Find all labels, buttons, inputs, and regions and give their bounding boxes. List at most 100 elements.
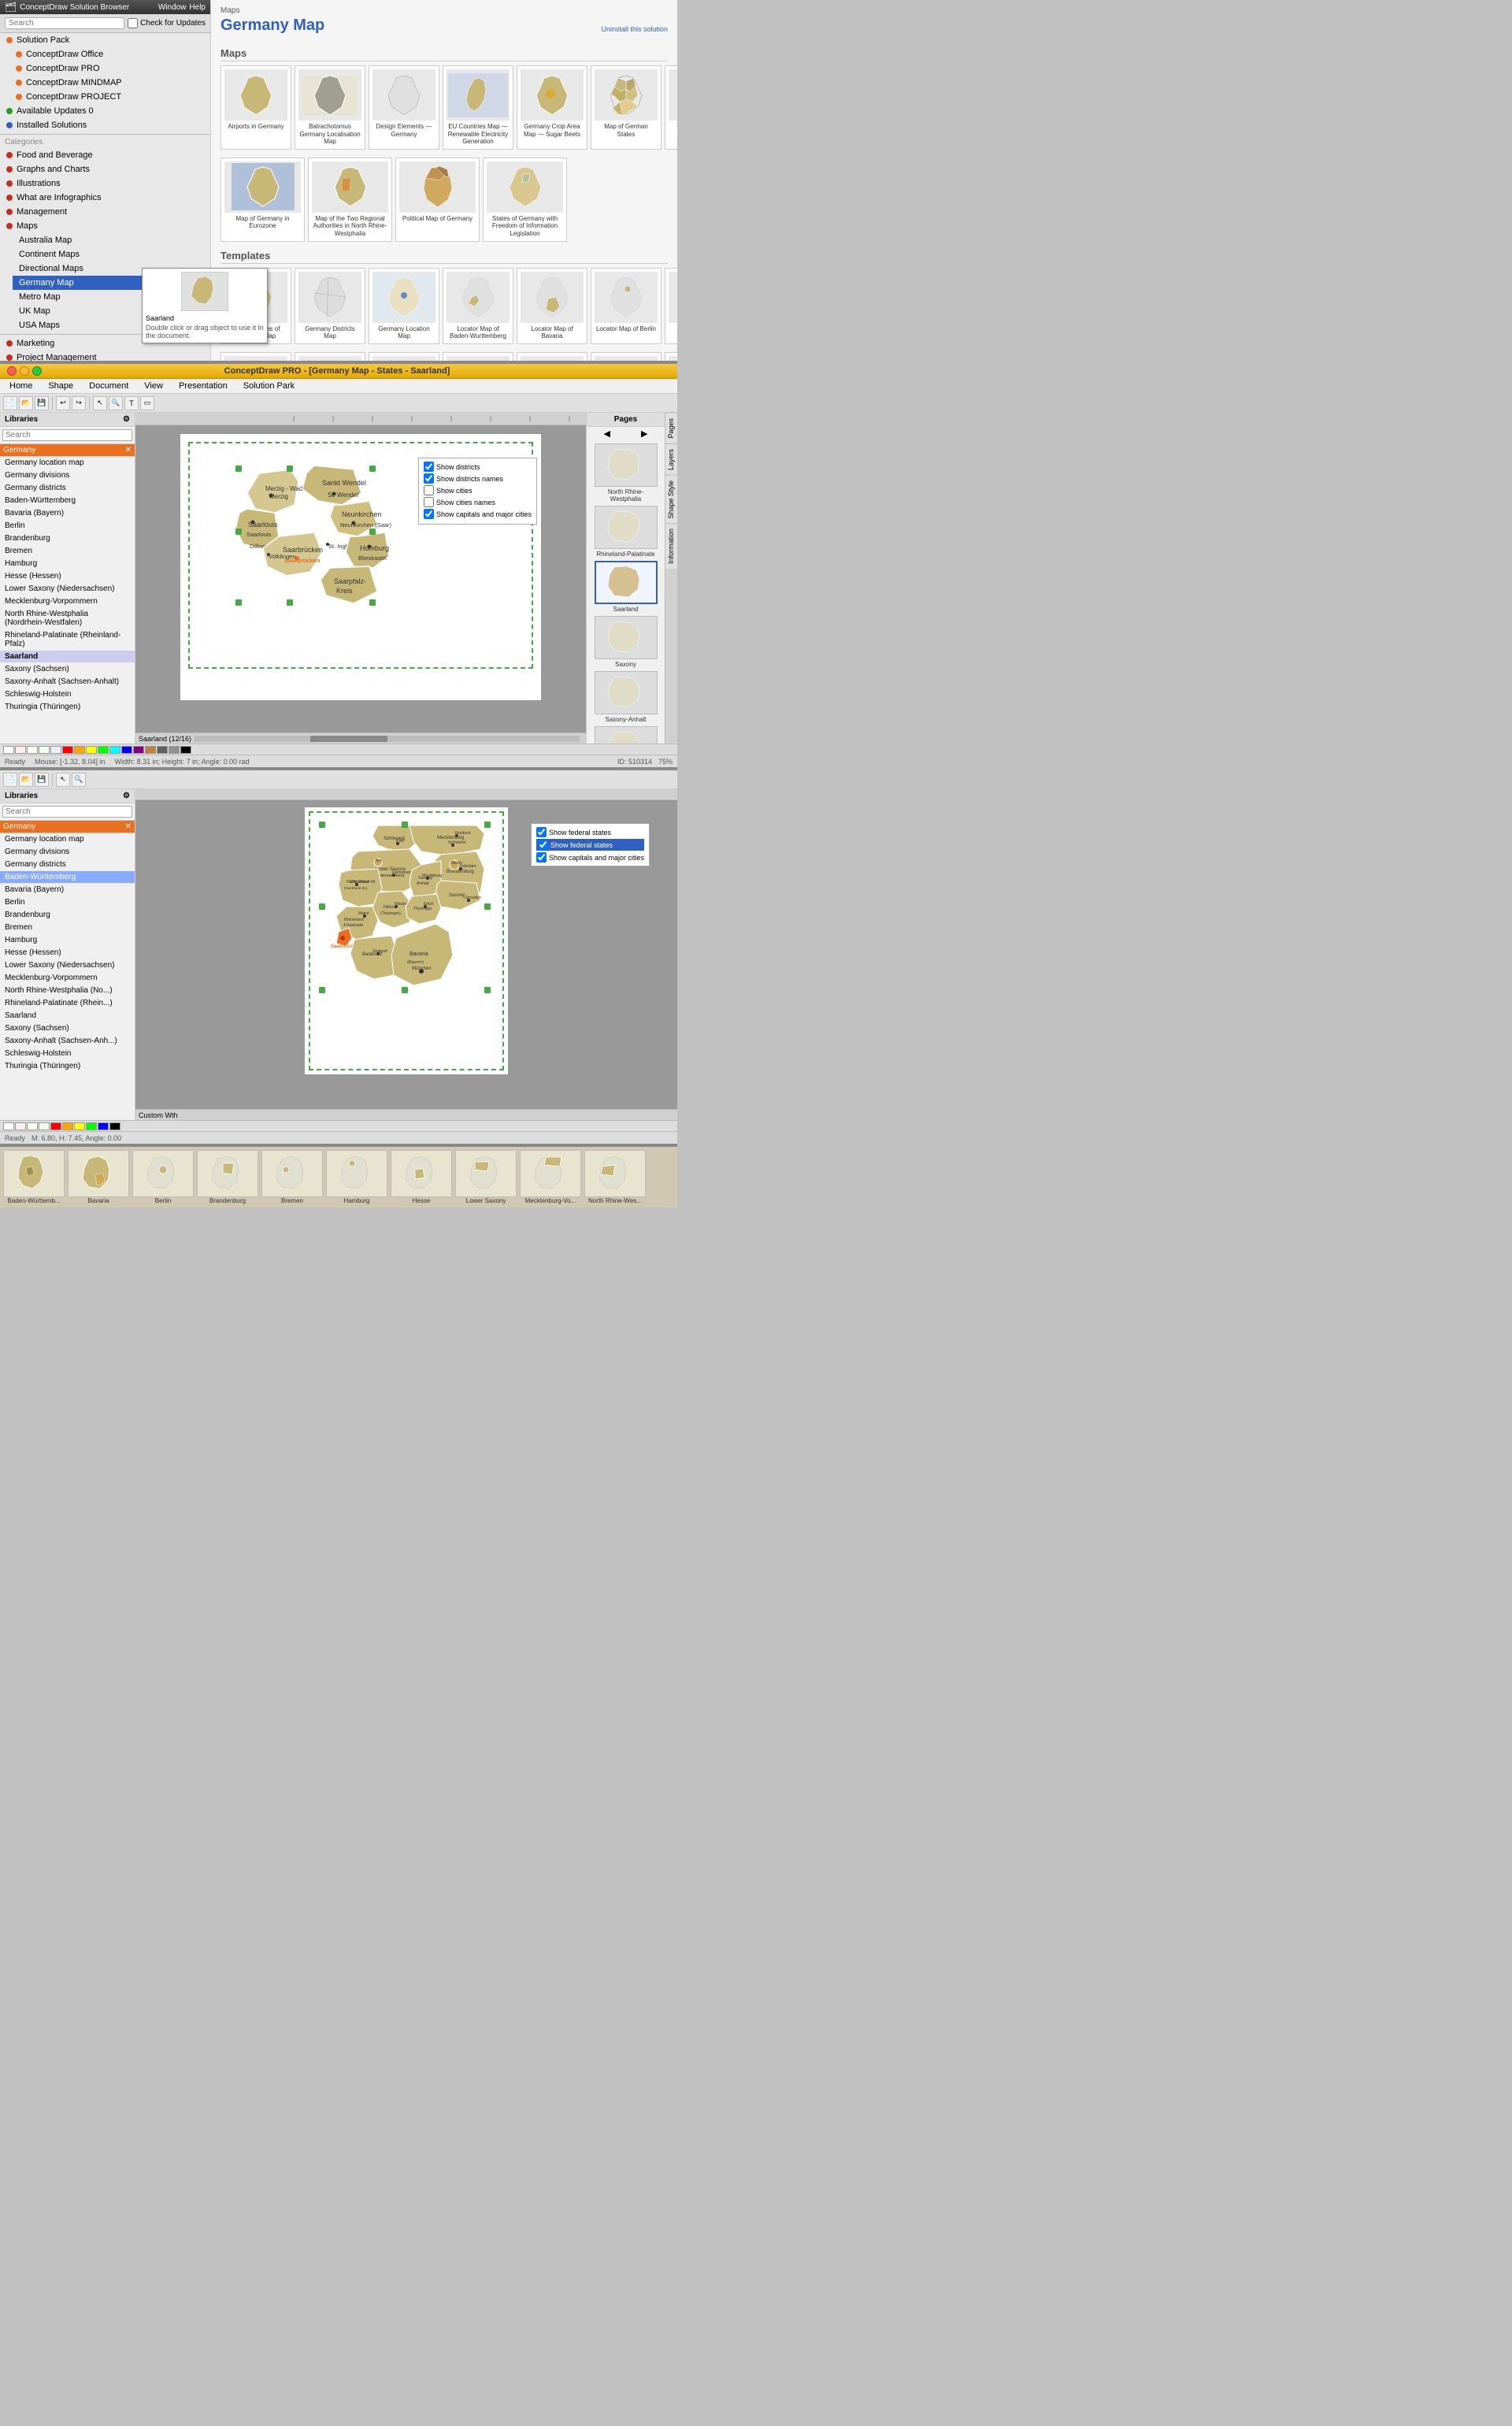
uninstall-link[interactable]: Uninstall this solution bbox=[601, 25, 668, 33]
swatch2-3[interactable] bbox=[39, 1122, 50, 1130]
template-hesse[interactable]: Locator Map of Hesse bbox=[369, 352, 439, 361]
filter2-clear[interactable]: ✕ bbox=[125, 822, 132, 831]
template-lower-saxony[interactable]: Locator Map of Lower Saxony bbox=[443, 352, 513, 361]
tab-pages[interactable]: Pages bbox=[665, 413, 677, 443]
map-thumb-airports[interactable]: Airports in Germany bbox=[220, 65, 291, 150]
close-button[interactable] bbox=[7, 366, 17, 376]
strip-item-1[interactable]: Bavaria bbox=[68, 1150, 129, 1204]
swatch-orange[interactable] bbox=[74, 746, 85, 754]
pages-next[interactable]: ▶ bbox=[641, 428, 647, 439]
checkbox-capitals[interactable]: Show capitals and major cities bbox=[424, 509, 532, 519]
lib-item-5[interactable]: Berlin bbox=[0, 520, 135, 532]
menu-solution-park[interactable]: Solution Park bbox=[240, 380, 298, 391]
swatch-purple[interactable] bbox=[133, 746, 144, 754]
map-australia[interactable]: Australia Map bbox=[13, 233, 210, 247]
page-thumb-5[interactable]: Schleswig-Holstein bbox=[595, 726, 658, 744]
tb-cursor[interactable]: ↖ bbox=[93, 396, 107, 410]
lib2-item-6[interactable]: Brandenburg bbox=[0, 909, 135, 922]
strip-item-8[interactable]: Mecklenburg-Vo... bbox=[520, 1150, 581, 1204]
map-thumb-batrachotomus[interactable]: Batrachotomus Germany Localisation Map bbox=[295, 65, 365, 150]
template-mecklenburg[interactable]: Locator Map of Mecklenburg-Vorpommern bbox=[517, 352, 587, 361]
tab-information[interactable]: Information bbox=[665, 523, 677, 569]
strip-item-2[interactable]: Berlin bbox=[132, 1150, 194, 1204]
template-location[interactable]: Germany Location Map bbox=[369, 268, 439, 344]
menu-shape[interactable]: Shape bbox=[45, 380, 76, 391]
strip-item-9[interactable]: North Rhine-Wes... bbox=[584, 1150, 646, 1204]
scroll-thumb[interactable] bbox=[310, 736, 387, 742]
template-brandenburg[interactable]: Locator Map of Brandenburg bbox=[665, 268, 677, 344]
lib-filter[interactable]: Germany ✕ bbox=[0, 444, 135, 457]
swatch-1[interactable] bbox=[15, 746, 26, 754]
tab-layers[interactable]: Layers bbox=[665, 443, 677, 475]
tab-shape-style[interactable]: Shape Style bbox=[665, 475, 677, 524]
sidebar-item-updates[interactable]: Available Updates 0 bbox=[0, 104, 210, 118]
strip-item-5[interactable]: Hamburg bbox=[326, 1150, 387, 1204]
swatch-white[interactable] bbox=[3, 746, 14, 754]
swatch2-lime[interactable] bbox=[86, 1122, 97, 1130]
lib2-filter[interactable]: Germany ✕ bbox=[0, 821, 135, 833]
lib-item-16[interactable]: Saxony-Anhalt (Sachsen-Anhalt) bbox=[0, 676, 135, 688]
lib2-item-13[interactable]: Rhineland-Palatinate (Rhein...) bbox=[0, 997, 135, 1010]
lib-item-6[interactable]: Brandenburg bbox=[0, 532, 135, 545]
cb-capitals-major[interactable]: Show capitals and major cities bbox=[536, 852, 644, 862]
lib2-item-18[interactable]: Thuringia (Thüringen) bbox=[0, 1060, 135, 1073]
lib-item-7[interactable]: Bremen bbox=[0, 545, 135, 558]
swatch2-blue[interactable] bbox=[98, 1122, 109, 1130]
lib-item-10[interactable]: Lower Saxony (Niedersachsen) bbox=[0, 583, 135, 595]
lib2-item-17[interactable]: Schleswig-Holstein bbox=[0, 1048, 135, 1060]
search-input[interactable] bbox=[5, 17, 124, 29]
swatch-yellow[interactable] bbox=[86, 746, 97, 754]
category-infographics[interactable]: What are Infographics bbox=[0, 191, 210, 205]
page-thumb-3[interactable]: Saxony bbox=[595, 616, 658, 668]
lib-item-2[interactable]: Germany districts bbox=[0, 482, 135, 495]
strip-item-3[interactable]: Brandenburg bbox=[197, 1150, 258, 1204]
tb2-zoom[interactable]: 🔍 bbox=[72, 773, 86, 787]
swatch-cyan[interactable] bbox=[109, 746, 120, 754]
tb2-save[interactable]: 💾 bbox=[35, 773, 49, 787]
tb-redo[interactable]: ↪ bbox=[72, 396, 86, 410]
tb-zoom[interactable]: 🔍 bbox=[109, 396, 123, 410]
filter-clear[interactable]: ✕ bbox=[125, 446, 132, 454]
lib-search-input[interactable] bbox=[2, 429, 132, 441]
menu-view[interactable]: View bbox=[141, 380, 166, 391]
lib-item-1[interactable]: Germany divisions bbox=[0, 469, 135, 482]
template-baden[interactable]: Locator Map of Baden-Wurttemberg bbox=[443, 268, 513, 344]
menu-presentation[interactable]: Presentation bbox=[176, 380, 231, 391]
lib-item-9[interactable]: Hesse (Hessen) bbox=[0, 570, 135, 583]
map-thumb-german-states[interactable]: Map of German States bbox=[591, 65, 662, 150]
lib2-item-12[interactable]: North Rhine-Westphalia (No...) bbox=[0, 985, 135, 997]
category-illustrations[interactable]: Illustrations bbox=[0, 176, 210, 191]
lib2-item-15[interactable]: Saxony (Sachsen) bbox=[0, 1022, 135, 1035]
lib2-options[interactable]: ⚙ bbox=[123, 792, 130, 800]
cb-federal-states[interactable]: Show federal states bbox=[536, 827, 644, 837]
swatch-dark-gray[interactable] bbox=[157, 746, 168, 754]
lib-item-14[interactable]: Saarland bbox=[0, 651, 135, 663]
map-thumb-design[interactable]: Design Elements — Germany bbox=[369, 65, 439, 150]
page-thumb-1[interactable]: Rhineland-Palatinate bbox=[595, 506, 658, 558]
menu-help[interactable]: Help bbox=[189, 3, 206, 12]
lib2-item-10[interactable]: Lower Saxony (Niedersachsen) bbox=[0, 959, 135, 972]
strip-item-6[interactable]: Hesse bbox=[391, 1150, 452, 1204]
lib-item-13[interactable]: Rhineland-Palatinate (Rheinland-Pfalz) bbox=[0, 629, 135, 651]
checkbox-district-names[interactable]: Show districts names bbox=[424, 473, 532, 484]
swatch2-orange[interactable] bbox=[62, 1122, 73, 1130]
checkbox-districts[interactable]: Show districts bbox=[424, 462, 532, 472]
swatch2-white[interactable] bbox=[3, 1122, 14, 1130]
sidebar-item-mindmap[interactable]: ConceptDraw MINDMAP bbox=[0, 76, 210, 90]
category-food[interactable]: Food and Beverage bbox=[0, 148, 210, 162]
pro2-canvas[interactable]: Schleswig Kiel Ham Hamburg Mecklenburg bbox=[135, 789, 677, 1109]
lib2-item-11[interactable]: Mecklenburg-Vorpommern bbox=[0, 972, 135, 985]
template-districts[interactable]: Germany Districts Map bbox=[295, 268, 365, 344]
lib2-item-3[interactable]: Baden-Württemberg bbox=[0, 871, 135, 884]
lib-item-11[interactable]: Mecklenburg-Vorpommern bbox=[0, 595, 135, 608]
lib2-item-4[interactable]: Bavaria (Bayern) bbox=[0, 884, 135, 896]
swatch2-yellow[interactable] bbox=[74, 1122, 85, 1130]
lib2-item-1[interactable]: Germany divisions bbox=[0, 846, 135, 859]
swatch-4[interactable] bbox=[50, 746, 61, 754]
minimize-button[interactable] bbox=[20, 366, 29, 376]
tb2-new[interactable]: 📄 bbox=[3, 773, 17, 787]
tb-shape[interactable]: ▭ bbox=[140, 396, 154, 410]
canvas[interactable]: | | | | | | | | | | | bbox=[135, 413, 586, 733]
tb-text[interactable]: T bbox=[124, 396, 139, 410]
maximize-button[interactable] bbox=[32, 366, 42, 376]
